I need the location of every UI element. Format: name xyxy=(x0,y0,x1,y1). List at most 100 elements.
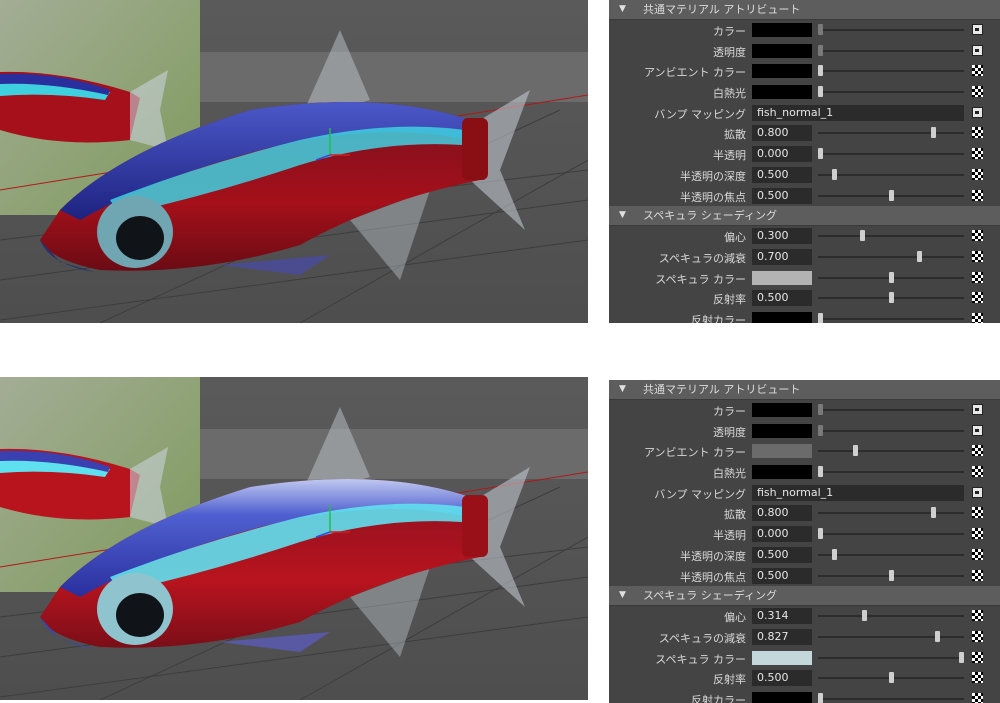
slider-track[interactable] xyxy=(818,70,964,73)
slider-track[interactable] xyxy=(818,91,964,94)
connection-icon[interactable] xyxy=(972,404,983,415)
checkerboard-icon[interactable] xyxy=(972,651,983,663)
slider-track[interactable] xyxy=(818,656,964,659)
slider-track[interactable] xyxy=(818,429,964,432)
slider-handle[interactable] xyxy=(934,630,940,642)
checkerboard-icon[interactable] xyxy=(972,230,983,242)
slider-track[interactable] xyxy=(818,471,964,474)
slider-track[interactable] xyxy=(818,450,964,453)
value-field[interactable]: 0.800 xyxy=(752,505,812,522)
slider-track[interactable] xyxy=(818,317,964,320)
checkerboard-icon[interactable] xyxy=(972,630,983,642)
slider-track[interactable] xyxy=(818,409,964,411)
slider-track[interactable] xyxy=(818,553,964,556)
checkerboard-icon[interactable] xyxy=(972,312,983,323)
value-field[interactable]: 0.000 xyxy=(752,526,812,543)
section-header[interactable]: ▼ スペキュラ シェーディング xyxy=(609,586,1000,607)
slider-handle[interactable] xyxy=(818,148,823,160)
checkerboard-icon[interactable] xyxy=(972,86,983,98)
slider-handle[interactable] xyxy=(818,312,823,323)
checkerboard-icon[interactable] xyxy=(972,569,983,581)
triangle-down-icon[interactable]: ▼ xyxy=(619,380,626,399)
slider-track[interactable] xyxy=(818,615,964,618)
connection-icon[interactable] xyxy=(972,106,983,118)
slider-handle[interactable] xyxy=(916,250,922,262)
checkerboard-icon[interactable] xyxy=(972,168,983,180)
value-field[interactable]: 0.500 xyxy=(752,567,812,584)
color-swatch[interactable] xyxy=(752,85,812,100)
color-swatch[interactable] xyxy=(752,691,812,703)
slider-handle[interactable] xyxy=(888,189,894,201)
slider-handle[interactable] xyxy=(832,548,838,560)
checkerboard-icon[interactable] xyxy=(972,65,983,77)
triangle-down-icon[interactable]: ▼ xyxy=(619,0,626,19)
slider-handle[interactable] xyxy=(959,651,964,663)
slider-handle[interactable] xyxy=(860,230,866,242)
color-swatch[interactable] xyxy=(752,270,812,285)
value-field[interactable]: 0.500 xyxy=(752,670,812,687)
value-field[interactable]: 0.700 xyxy=(752,248,812,265)
triangle-down-icon[interactable]: ▼ xyxy=(619,206,626,225)
slider-track[interactable] xyxy=(818,29,964,31)
checkerboard-icon[interactable] xyxy=(972,292,983,304)
checkerboard-icon[interactable] xyxy=(972,528,983,540)
slider-handle[interactable] xyxy=(818,528,823,540)
slider-track[interactable] xyxy=(818,132,964,135)
slider-handle[interactable] xyxy=(818,65,823,77)
slider-track[interactable] xyxy=(818,235,964,238)
section-header[interactable]: ▼ 共通マテリアル アトリビュート xyxy=(609,380,1000,400)
triangle-down-icon[interactable]: ▼ xyxy=(619,586,626,605)
slider-handle[interactable] xyxy=(818,424,823,436)
checkerboard-icon[interactable] xyxy=(972,445,983,457)
checkerboard-icon[interactable] xyxy=(972,250,983,262)
slider-handle[interactable] xyxy=(818,692,823,703)
texture-name-field[interactable]: fish_normal_1 xyxy=(752,484,964,501)
connection-icon[interactable] xyxy=(972,424,983,436)
slider-handle[interactable] xyxy=(888,292,894,304)
slider-handle[interactable] xyxy=(853,445,859,457)
color-swatch[interactable] xyxy=(752,444,812,459)
slider-handle[interactable] xyxy=(888,271,894,283)
color-swatch[interactable] xyxy=(752,423,812,438)
checkerboard-icon[interactable] xyxy=(972,148,983,160)
viewport-bottom[interactable] xyxy=(0,377,588,700)
connection-icon[interactable] xyxy=(972,24,983,35)
color-swatch[interactable] xyxy=(752,23,812,37)
color-swatch[interactable] xyxy=(752,650,812,665)
color-swatch[interactable] xyxy=(752,311,812,323)
checkerboard-icon[interactable] xyxy=(972,692,983,703)
value-field[interactable]: 0.827 xyxy=(752,628,812,645)
slider-track[interactable] xyxy=(818,49,964,52)
checkerboard-icon[interactable] xyxy=(972,548,983,560)
slider-track[interactable] xyxy=(818,173,964,176)
slider-handle[interactable] xyxy=(832,168,838,180)
checkerboard-icon[interactable] xyxy=(972,672,983,684)
slider-handle[interactable] xyxy=(818,44,823,56)
slider-handle[interactable] xyxy=(930,127,936,139)
slider-track[interactable] xyxy=(818,635,964,638)
checkerboard-icon[interactable] xyxy=(972,610,983,622)
value-field[interactable]: 0.500 xyxy=(752,187,812,204)
value-field[interactable]: 0.800 xyxy=(752,125,812,142)
checkerboard-icon[interactable] xyxy=(972,189,983,201)
checkerboard-icon[interactable] xyxy=(972,271,983,283)
slider-handle[interactable] xyxy=(818,466,823,478)
value-field[interactable]: 0.300 xyxy=(752,228,812,245)
checkerboard-icon[interactable] xyxy=(972,466,983,478)
color-swatch[interactable] xyxy=(752,43,812,58)
color-swatch[interactable] xyxy=(752,465,812,480)
viewport-top[interactable] xyxy=(0,0,588,323)
section-header[interactable]: ▼ 共通マテリアル アトリビュート xyxy=(609,0,1000,20)
slider-track[interactable] xyxy=(818,255,964,258)
color-swatch[interactable] xyxy=(752,403,812,417)
slider-handle[interactable] xyxy=(818,24,823,35)
value-field[interactable]: 0.500 xyxy=(752,290,812,307)
slider-handle[interactable] xyxy=(862,610,868,622)
value-field[interactable]: 0.000 xyxy=(752,146,812,163)
value-field[interactable]: 0.500 xyxy=(752,166,812,183)
connection-icon[interactable] xyxy=(972,44,983,56)
slider-handle[interactable] xyxy=(888,672,894,684)
slider-track[interactable] xyxy=(818,512,964,515)
value-field[interactable]: 0.500 xyxy=(752,546,812,563)
checkerboard-icon[interactable] xyxy=(972,507,983,519)
